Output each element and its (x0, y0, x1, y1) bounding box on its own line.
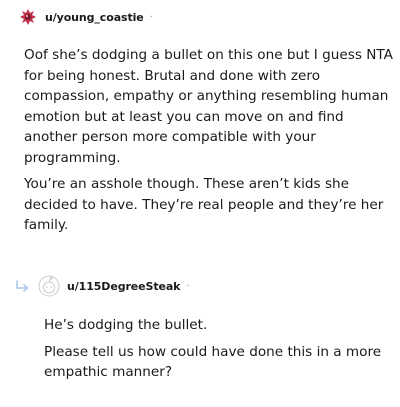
reply-body: He’s dodging the bullet. Please tell us … (44, 315, 394, 389)
comment-paragraph: Oof she’s dodging a bullet on this one b… (24, 47, 393, 166)
reply-username[interactable]: u/115DegreeSteak (67, 280, 181, 293)
comment-body: Oof she’s dodging a bullet on this one b… (24, 45, 396, 242)
reply-arrow-icon (14, 279, 32, 293)
reply-paragraph: He’s dodging the bullet. (44, 317, 208, 333)
snoo-avatar-icon[interactable] (18, 7, 38, 27)
reply-paragraph: Please tell us how could have done this … (44, 343, 382, 381)
reply-header: u/115DegreeSteak · (14, 274, 190, 298)
default-avatar-icon[interactable] (38, 275, 60, 297)
comment-header: u/young_coastie · (18, 6, 153, 28)
comment-username[interactable]: u/young_coastie (45, 11, 144, 24)
separator-dot: · (186, 280, 190, 292)
separator-dot: · (149, 11, 153, 23)
comment-paragraph: You’re an asshole though. These aren’t k… (24, 176, 384, 233)
